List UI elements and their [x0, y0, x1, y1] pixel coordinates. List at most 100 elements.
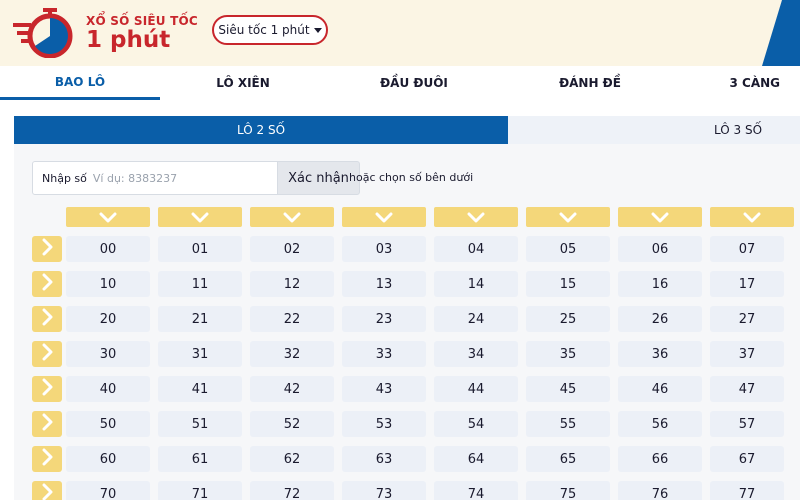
site-logo[interactable]: XỔ SỐ SIÊU TỐC 1 phút — [13, 6, 198, 60]
select-column-button[interactable] — [526, 207, 610, 227]
number-cell[interactable]: 05 — [526, 236, 610, 262]
select-row-button[interactable] — [32, 341, 62, 367]
select-row-button[interactable] — [32, 271, 62, 297]
select-row-button[interactable] — [32, 446, 62, 472]
number-cell[interactable]: 03 — [342, 236, 426, 262]
select-row-button[interactable] — [32, 306, 62, 332]
game-type-dropdown[interactable]: Siêu tốc 1 phút — [212, 15, 328, 45]
number-cell[interactable]: 00 — [66, 236, 150, 262]
number-cell[interactable]: 46 — [618, 376, 702, 402]
number-cell[interactable]: 63 — [342, 446, 426, 472]
number-cell[interactable]: 57 — [710, 411, 784, 437]
number-cell[interactable]: 16 — [618, 271, 702, 297]
number-cell[interactable]: 70 — [66, 481, 150, 500]
number-cell[interactable]: 25 — [526, 306, 610, 332]
number-cell[interactable]: 20 — [66, 306, 150, 332]
number-cell[interactable]: 13 — [342, 271, 426, 297]
confirm-button[interactable]: Xác nhận — [277, 161, 360, 195]
select-column-button[interactable] — [66, 207, 150, 227]
chevron-right-icon — [42, 448, 53, 470]
tab-bao-lo[interactable]: BAO LÔ — [0, 66, 160, 100]
number-cell[interactable]: 60 — [66, 446, 150, 472]
number-cell[interactable]: 76 — [618, 481, 702, 500]
number-cell[interactable]: 24 — [434, 306, 518, 332]
select-column-button[interactable] — [342, 207, 426, 227]
select-row-button[interactable] — [32, 376, 62, 402]
number-cell[interactable]: 14 — [434, 271, 518, 297]
number-cell[interactable]: 54 — [434, 411, 518, 437]
select-row-button[interactable] — [32, 481, 62, 500]
number-cell[interactable]: 45 — [526, 376, 610, 402]
number-cell[interactable]: 17 — [710, 271, 784, 297]
number-cell[interactable]: 33 — [342, 341, 426, 367]
subtab-lo-3-so[interactable]: LÔ 3 SỐ — [714, 116, 762, 144]
number-cell[interactable]: 21 — [158, 306, 242, 332]
select-column-button[interactable] — [618, 207, 702, 227]
number-cell[interactable]: 52 — [250, 411, 334, 437]
number-cell[interactable]: 27 — [710, 306, 784, 332]
number-cell[interactable]: 35 — [526, 341, 610, 367]
number-cell[interactable]: 51 — [158, 411, 242, 437]
select-row-button[interactable] — [32, 411, 62, 437]
number-cell[interactable]: 01 — [158, 236, 242, 262]
number-cell[interactable]: 74 — [434, 481, 518, 500]
number-cell[interactable]: 64 — [434, 446, 518, 472]
number-cell[interactable]: 43 — [342, 376, 426, 402]
number-cell[interactable]: 11 — [158, 271, 242, 297]
number-cell[interactable]: 32 — [250, 341, 334, 367]
number-cell[interactable]: 06 — [618, 236, 702, 262]
select-row-button[interactable] — [32, 236, 62, 262]
number-cell[interactable]: 77 — [710, 481, 784, 500]
number-cell[interactable]: 42 — [250, 376, 334, 402]
number-cell[interactable]: 72 — [250, 481, 334, 500]
number-cell[interactable]: 71 — [158, 481, 242, 500]
number-cell[interactable]: 41 — [158, 376, 242, 402]
number-cell[interactable]: 56 — [618, 411, 702, 437]
input-label: Nhập số — [42, 171, 87, 185]
number-cell[interactable]: 65 — [526, 446, 610, 472]
tab-3-cang[interactable]: 3 CÀNG — [700, 66, 800, 100]
number-cell[interactable]: 37 — [710, 341, 784, 367]
number-cell[interactable]: 67 — [710, 446, 784, 472]
number-cell[interactable]: 23 — [342, 306, 426, 332]
number-cell[interactable]: 02 — [250, 236, 334, 262]
tab-dau-duoi[interactable]: ĐẦU ĐUÔI — [334, 66, 494, 100]
select-column-button[interactable] — [434, 207, 518, 227]
number-cell[interactable]: 55 — [526, 411, 610, 437]
select-column-button[interactable] — [158, 207, 242, 227]
number-cell[interactable]: 40 — [66, 376, 150, 402]
select-column-button[interactable] — [710, 207, 794, 227]
number-cell[interactable]: 50 — [66, 411, 150, 437]
number-cell[interactable]: 12 — [250, 271, 334, 297]
number-input[interactable] — [92, 171, 253, 185]
number-cell[interactable]: 10 — [66, 271, 150, 297]
tab-lo-xien[interactable]: LÔ XIÊN — [163, 66, 323, 100]
number-cell[interactable]: 47 — [710, 376, 784, 402]
number-cell[interactable]: 26 — [618, 306, 702, 332]
number-cell[interactable]: 61 — [158, 446, 242, 472]
number-cell[interactable]: 53 — [342, 411, 426, 437]
number-cell[interactable]: 30 — [66, 341, 150, 367]
number-cell[interactable]: 22 — [250, 306, 334, 332]
number-cell[interactable]: 15 — [526, 271, 610, 297]
number-cell[interactable]: 75 — [526, 481, 610, 500]
number-cell[interactable]: 66 — [618, 446, 702, 472]
number-cell[interactable]: 44 — [434, 376, 518, 402]
select-column-button[interactable] — [250, 207, 334, 227]
tab-danh-de[interactable]: ĐÁNH ĐỀ — [510, 66, 670, 100]
sub-tabs: LÔ 2 SỐ LÔ 3 SỐ — [14, 116, 800, 144]
stopwatch-logo-icon — [13, 8, 73, 58]
chevron-right-icon — [42, 378, 53, 400]
number-cell[interactable]: 73 — [342, 481, 426, 500]
subtab-lo-2-so[interactable]: LÔ 2 SỐ — [14, 116, 508, 144]
number-cell[interactable]: 04 — [434, 236, 518, 262]
chevron-down-icon — [559, 208, 577, 227]
number-cell[interactable]: 36 — [618, 341, 702, 367]
number-cell[interactable]: 34 — [434, 341, 518, 367]
dropdown-label: Siêu tốc 1 phút — [218, 23, 310, 37]
chevron-right-icon — [42, 308, 53, 330]
chevron-right-icon — [42, 273, 53, 295]
number-cell[interactable]: 31 — [158, 341, 242, 367]
number-cell[interactable]: 62 — [250, 446, 334, 472]
number-cell[interactable]: 07 — [710, 236, 784, 262]
